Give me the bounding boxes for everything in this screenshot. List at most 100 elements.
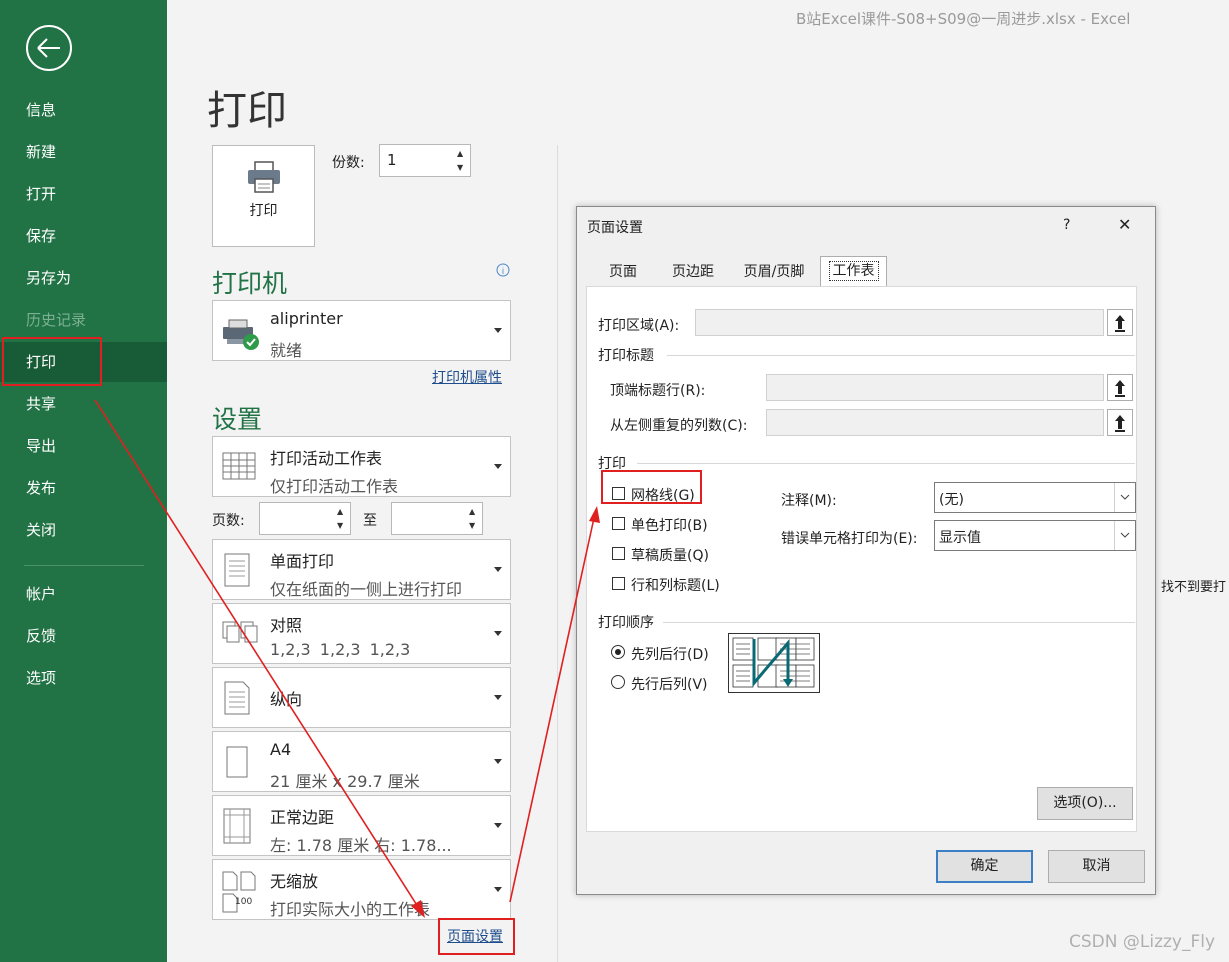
sides-dropdown[interactable]: 单面打印 仅在纸面的一侧上进行打印 [212,539,511,600]
errors-select[interactable]: 显示值 [934,520,1136,551]
copies-spinner[interactable]: 1 ▲ ▼ [379,144,471,177]
nav-feedback[interactable]: 反馈 [0,616,167,656]
draft-quality-label: 草稿质量(Q) [631,548,709,564]
nav-close[interactable]: 关闭 [0,510,167,550]
sheet-panel: 打印区域(A): 打印标题 顶端标题行(R): 从左侧重复的列数(C): 打印 … [586,286,1137,832]
collate-dropdown[interactable]: 对照 1,2,3 1,2,3 1,2,3 [212,603,511,664]
over-then-down-radio[interactable] [611,675,625,689]
printer-heading: 打印机 [212,269,288,298]
rows-repeat-input[interactable] [766,374,1104,401]
draft-quality-checkbox[interactable] [612,547,625,560]
comments-select[interactable]: (无) [934,482,1136,513]
comments-value: (无) [939,492,964,508]
backstage-sidebar: 信息 新建 打开 保存 另存为 历史记录 打印 共享 导出 发布 关闭 帐户 反… [0,0,167,962]
back-arrow-icon [37,38,60,58]
collapse-dialog-button[interactable] [1107,374,1133,401]
collate-icon [222,621,258,643]
copies-label: 份数: [332,155,365,171]
print-button[interactable]: 打印 [212,145,315,247]
row-col-headings-label: 行和列标题(L) [631,578,720,594]
nav-history: 历史记录 [26,311,87,329]
group-line [663,622,1135,623]
sides-title: 单面打印 [270,552,335,571]
spin-down-icon[interactable]: ▼ [457,164,467,172]
page-setup-dialog: 页面设置 ? ✕ 页面 页边距 页眉/页脚 工作表 打印区域(A): 打印标题 … [576,206,1156,895]
dialog-title: 页面设置 [587,220,643,236]
spin-up-icon[interactable]: ▲ [337,508,347,516]
nav-save[interactable]: 保存 [0,216,167,256]
rows-repeat-label: 顶端标题行(R): [610,383,706,399]
cols-repeat-input[interactable] [766,409,1104,436]
row-col-headings-checkbox[interactable] [612,577,625,590]
scaling-title: 无缩放 [270,872,319,891]
margins-subtitle: 左: 1.78 厘米 右: 1.78... [270,836,452,855]
tab-page[interactable]: 页面 [593,258,653,287]
worksheet-grid-icon [222,452,256,480]
radio-dot [615,649,621,655]
printer-icon [248,161,280,193]
tab-sheet[interactable]: 工作表 [820,256,887,287]
pages-to-label: 至 [363,513,377,529]
printer-name: aliprinter [270,309,343,328]
nav-publish[interactable]: 发布 [0,468,167,508]
cancel-button[interactable]: 取消 [1048,850,1145,883]
comments-label: 注释(M): [781,493,837,509]
print-what-subtitle: 仅打印活动工作表 [270,477,399,496]
svg-text:i: i [502,266,504,276]
sides-subtitle: 仅在纸面的一侧上进行打印 [270,580,463,599]
nav-options[interactable]: 选项 [0,658,167,698]
print-area-input[interactable] [695,309,1104,336]
printer-status: 就绪 [270,341,303,360]
nav-account[interactable]: 帐户 [0,574,167,614]
chevron-down-icon [494,328,502,333]
nav-save-as[interactable]: 另存为 [0,258,167,298]
pages-to-spinner[interactable]: ▲ ▼ [391,502,483,535]
close-icon[interactable]: ✕ [1118,215,1131,234]
spin-down-icon[interactable]: ▼ [469,522,479,530]
nav-info[interactable]: 信息 [0,90,167,130]
scaling-dropdown[interactable]: 100 无缩放 打印实际大小的工作表 [212,859,511,920]
nav-export[interactable]: 导出 [0,426,167,466]
margins-dropdown[interactable]: 正常边距 左: 1.78 厘米 右: 1.78... [212,795,511,856]
collate-subtitle: 1,2,3 1,2,3 1,2,3 [270,640,411,659]
tab-margins[interactable]: 页边距 [657,258,729,287]
collapse-dialog-button[interactable] [1107,309,1133,336]
chevron-down-icon [494,631,502,636]
orientation-dropdown[interactable]: 纵向 [212,667,511,728]
print-what-dropdown[interactable]: 打印活动工作表 仅打印活动工作表 [212,436,511,497]
group-line [667,355,1135,356]
cols-repeat-label: 从左侧重复的列数(C): [610,418,748,434]
help-button[interactable]: ? [1063,217,1070,233]
down-then-over-radio[interactable] [611,645,625,659]
single-sided-icon [224,553,250,587]
black-white-checkbox[interactable] [612,517,625,530]
spin-up-icon[interactable]: ▲ [457,150,467,158]
nav-new[interactable]: 新建 [0,132,167,172]
preview-message: 找不到要打 [1161,580,1227,595]
nav-share[interactable]: 共享 [0,384,167,424]
printer-properties-link[interactable]: 打印机属性 [432,367,502,387]
paper-size-icon [226,746,248,778]
upload-arrow-icon [1115,380,1125,397]
errors-value: 显示值 [939,530,981,546]
nav-open[interactable]: 打开 [0,174,167,214]
tab-header-footer[interactable]: 页眉/页脚 [733,258,815,287]
spin-down-icon[interactable]: ▼ [337,522,347,530]
info-icon[interactable]: i [496,263,510,277]
collapse-dialog-button[interactable] [1107,409,1133,436]
collate-title: 对照 [270,616,303,635]
chevron-down-icon [1114,521,1135,550]
spin-up-icon[interactable]: ▲ [469,508,479,516]
paper-size-subtitle: 21 厘米 x 29.7 厘米 [270,772,420,791]
chevron-down-icon [494,823,502,828]
ok-button[interactable]: 确定 [936,850,1033,883]
over-then-down-label: 先行后列(V) [631,677,708,693]
printer-dropdown[interactable]: aliprinter 就绪 [212,300,511,361]
down-then-over-label: 先列后行(D) [631,647,709,663]
pages-from-spinner[interactable]: ▲ ▼ [259,502,351,535]
paper-size-dropdown[interactable]: A4 21 厘米 x 29.7 厘米 [212,731,511,792]
nav-divider [24,565,144,566]
annotation-box-print [2,337,102,386]
options-button[interactable]: 选项(O)... [1037,787,1133,820]
back-button[interactable] [26,25,72,71]
